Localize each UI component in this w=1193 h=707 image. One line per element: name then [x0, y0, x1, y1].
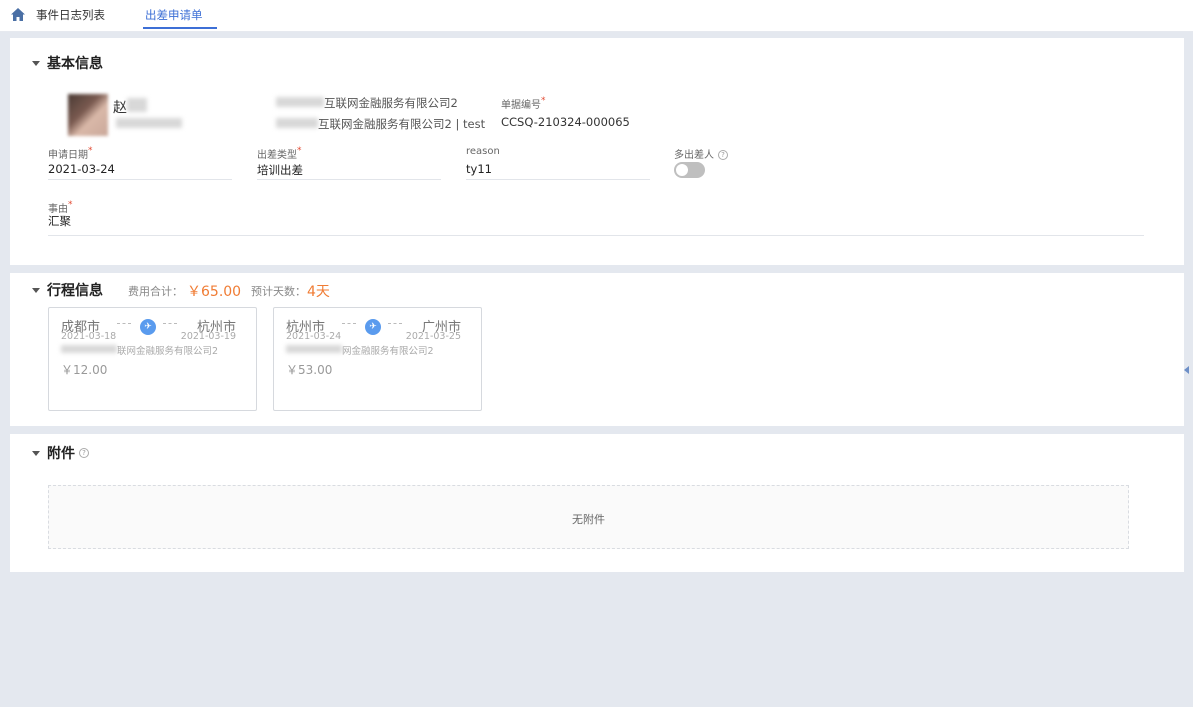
toggle-knob — [676, 164, 688, 176]
help-icon[interactable]: ? — [718, 150, 728, 160]
tab-event-log-list[interactable]: 事件日志列表 — [36, 0, 105, 30]
itinerary-title: 行程信息 — [47, 283, 103, 299]
cost-total-label: 费用合计： — [128, 285, 183, 298]
caret-down-icon — [32, 450, 40, 456]
trip-to-date: 2021-03-19 — [180, 331, 236, 342]
caret-down-icon — [32, 287, 40, 293]
user-name: 赵 — [113, 100, 127, 116]
cause-underline — [48, 235, 1144, 236]
company-line-2: 互联网金融服务有限公司2 | test — [318, 117, 486, 131]
estimated-days-value: 4天 — [307, 284, 330, 300]
itinerary-header[interactable]: 行程信息 — [32, 281, 103, 299]
route-dash — [117, 323, 131, 324]
trip-type-value[interactable]: 培训出差 — [257, 162, 303, 178]
trip-company: 联网金融服务有限公司2 — [117, 346, 219, 357]
help-icon[interactable]: ? — [79, 448, 89, 458]
plane-icon: ✈ — [365, 319, 381, 335]
apply-date-underline — [48, 179, 232, 180]
blurred-user-id — [116, 118, 182, 128]
home-icon[interactable] — [9, 6, 27, 24]
basic-info-title: 基本信息 — [47, 56, 103, 72]
attachment-dropzone[interactable]: 无附件 — [48, 485, 1129, 549]
blurred-name — [127, 98, 147, 112]
itinerary-panel: 行程信息 费用合计： ￥65.00 预计天数： 4天 成都市 2021-03-1… — [10, 273, 1184, 426]
trip-company: 网金融服务有限公司2 — [342, 346, 434, 357]
attachment-panel: 附件 ? 无附件 — [10, 434, 1184, 572]
trip-price: ￥53.00 — [286, 363, 333, 377]
apply-date-value[interactable]: 2021-03-24 — [48, 162, 115, 176]
cause-value[interactable]: 汇聚 — [48, 213, 71, 229]
route-dash — [388, 323, 402, 324]
tab-bar: 事件日志列表 出差申请单 — [0, 0, 1193, 32]
trip-from-date: 2021-03-24 — [286, 331, 342, 342]
route-dash — [163, 323, 177, 324]
trip-price: ￥12.00 — [61, 363, 108, 377]
multi-traveler-toggle[interactable] — [674, 162, 705, 178]
company-line-1: 互联网金融服务有限公司2 — [324, 96, 458, 110]
trip-type-label: 出差类型* — [257, 146, 302, 161]
tab-travel-application[interactable]: 出差申请单 — [145, 0, 203, 30]
reason-underline — [466, 179, 650, 180]
estimated-days-label: 预计天数： — [251, 285, 306, 298]
trip-type-underline — [257, 179, 441, 180]
multi-traveler-label: 多出差人? — [674, 146, 728, 161]
basic-info-panel: 基本信息 赵 互联网金融服务有限公司2 互联网金融服务有限公司2 | test … — [10, 38, 1184, 265]
attachment-header[interactable]: 附件 ? — [32, 444, 89, 462]
doc-no-label: 单据编号* — [501, 96, 546, 111]
doc-no-value: CCSQ-210324-000065 — [501, 115, 630, 129]
blurred-company — [61, 345, 117, 353]
blurred-company-prefix — [276, 97, 324, 107]
active-tab-indicator — [143, 27, 217, 29]
basic-info-header[interactable]: 基本信息 — [32, 54, 103, 72]
reason-label: reason — [466, 146, 500, 157]
route-dash — [342, 323, 356, 324]
cost-total-value: ￥65.00 — [187, 284, 242, 300]
blurred-company — [286, 345, 342, 353]
plane-icon: ✈ — [140, 319, 156, 335]
avatar — [68, 94, 108, 136]
reason-value[interactable]: ty11 — [466, 162, 492, 176]
trip-from-date: 2021-03-18 — [61, 331, 117, 342]
caret-down-icon — [32, 60, 40, 66]
trip-card[interactable]: 成都市 2021-03-18 ✈ 杭州市 2021-03-19 联网金融服务有限… — [48, 307, 257, 411]
no-attachment-text: 无附件 — [572, 513, 605, 526]
trip-card[interactable]: 杭州市 2021-03-24 ✈ 广州市 2021-03-25 网金融服务有限公… — [273, 307, 482, 411]
collapse-arrow-icon[interactable] — [1184, 366, 1189, 374]
blurred-company-prefix-2 — [276, 118, 318, 128]
attachment-title: 附件 — [47, 446, 75, 462]
trip-to-date: 2021-03-25 — [405, 331, 461, 342]
apply-date-label: 申请日期* — [48, 146, 93, 161]
